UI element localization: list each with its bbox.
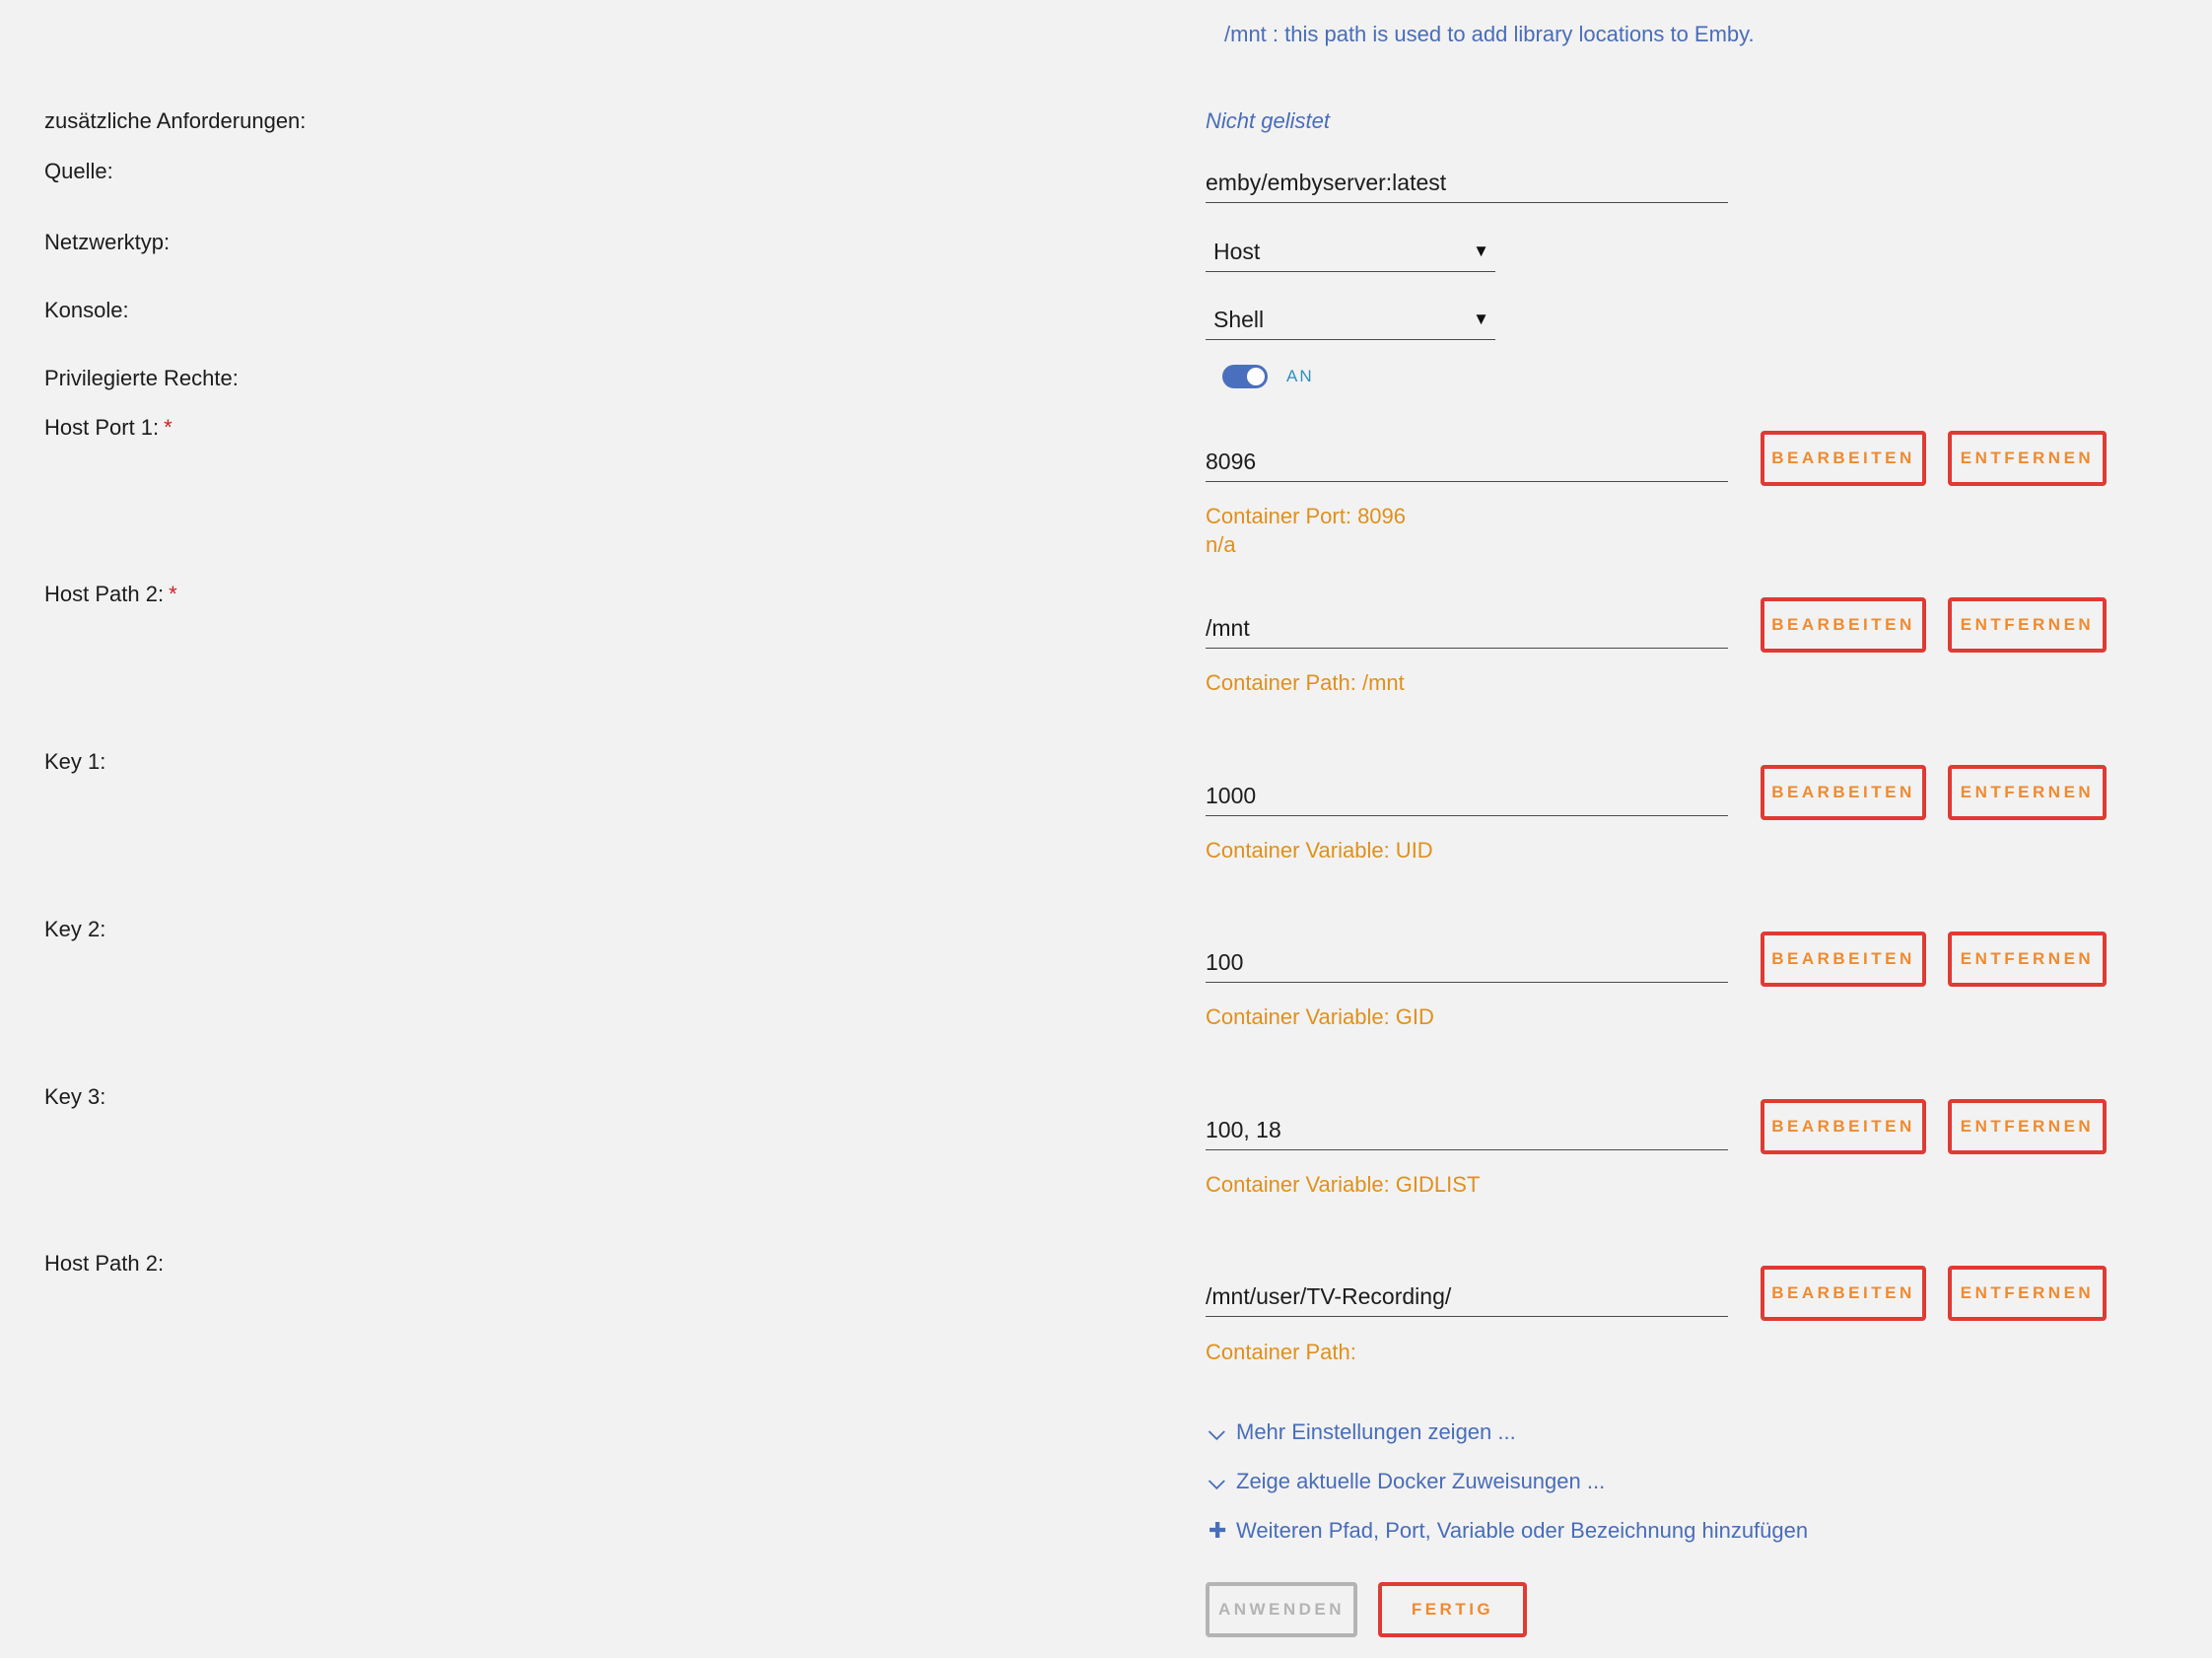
network-type-label: Netzwerktyp: [44,230,171,254]
remove-button[interactable]: ENTFERNEN [1948,1266,2107,1321]
host-port-1-input[interactable]: 8096 [1206,441,1728,482]
caret-down-icon: ▼ [1473,242,1489,260]
entry-label: Key 1: [44,749,106,774]
edit-button[interactable]: BEARBEITEN [1761,932,1926,987]
source-label: Quelle: [44,159,113,183]
network-type-select[interactable]: Host ▼ [1206,231,1495,272]
remove-button[interactable]: ENTFERNEN [1948,765,2107,820]
privileged-toggle-state: AN [1286,367,1314,385]
network-type-value: Host [1213,239,1261,264]
entry-label: Key 3: [44,1084,106,1109]
console-value: Shell [1213,307,1265,332]
plus-icon: ✚ [1209,1518,1227,1543]
requirements-value: Nicht gelistet [1206,108,1330,133]
container-path-text: Container Path: /mnt [1206,670,1405,695]
entry-label: Key 2: [44,917,106,941]
path-hint-text: /mnt : this path is used to add library … [1224,22,1755,46]
container-variable-text: Container Variable: GIDLIST [1206,1172,1481,1197]
done-button[interactable]: FERTIG [1378,1582,1527,1637]
console-select[interactable]: Shell ▼ [1206,299,1495,340]
privileged-toggle[interactable] [1222,365,1268,388]
remove-button[interactable]: ENTFERNEN [1948,932,2107,987]
host-path-input[interactable]: /mnt [1206,607,1728,649]
requirements-label: zusätzliche Anforderungen: [44,108,307,133]
add-config-link[interactable]: ✚ Weiteren Pfad, Port, Variable oder Beze… [1209,1518,1808,1544]
key-3-input[interactable]: 100, 18 [1206,1109,1728,1150]
container-variable-text: Container Variable: GID [1206,1004,1434,1029]
apply-button[interactable]: ANWENDEN [1206,1582,1357,1637]
entry-label-text: Host Port 1: [44,415,160,440]
caret-down-icon: ▼ [1473,310,1489,328]
more-settings-link[interactable]: ⌵ Mehr Einstellungen zeigen ... [1209,1419,1516,1445]
more-settings-label: Mehr Einstellungen zeigen ... [1236,1419,1516,1444]
show-allocations-link[interactable]: ⌵ Zeige aktuelle Docker Zuweisungen ... [1209,1469,1605,1494]
edit-button[interactable]: BEARBEITEN [1761,431,1926,486]
entry-label: Host Path 2: [44,1251,165,1276]
remove-button[interactable]: ENTFERNEN [1948,1099,2107,1154]
show-allocations-label: Zeige aktuelle Docker Zuweisungen ... [1236,1469,1606,1493]
chevron-down-icon: ⌵ [1209,1469,1225,1493]
add-config-label: Weiteren Pfad, Port, Variable oder Bezei… [1236,1518,1809,1543]
source-input[interactable]: emby/embyserver:latest [1206,162,1728,203]
chevron-down-icon: ⌵ [1209,1419,1225,1444]
entry-label: Host Path 2: * [44,582,177,607]
privileged-label: Privilegierte Rechte: [44,366,239,390]
console-label: Konsole: [44,298,129,322]
key-1-input[interactable]: 1000 [1206,775,1728,816]
container-port-text: Container Port: 8096 [1206,504,1407,528]
entry-label-text: Host Path 2: [44,582,165,606]
key-2-input[interactable]: 100 [1206,941,1728,983]
container-variable-text: Container Variable: UID [1206,838,1433,863]
port-description-text: n/a [1206,532,1236,557]
toggle-knob [1247,368,1265,385]
edit-button[interactable]: BEARBEITEN [1761,1099,1926,1154]
edit-button[interactable]: BEARBEITEN [1761,1266,1926,1321]
container-path-text: Container Path: [1206,1340,1356,1364]
edit-button[interactable]: BEARBEITEN [1761,765,1926,820]
remove-button[interactable]: ENTFERNEN [1948,431,2107,486]
remove-button[interactable]: ENTFERNEN [1948,597,2107,653]
required-marker: * [169,582,177,606]
edit-button[interactable]: BEARBEITEN [1761,597,1926,653]
required-marker: * [164,415,173,440]
host-path-input[interactable]: /mnt/user/TV-Recording/ [1206,1276,1728,1317]
entry-label: Host Port 1: * [44,415,173,441]
